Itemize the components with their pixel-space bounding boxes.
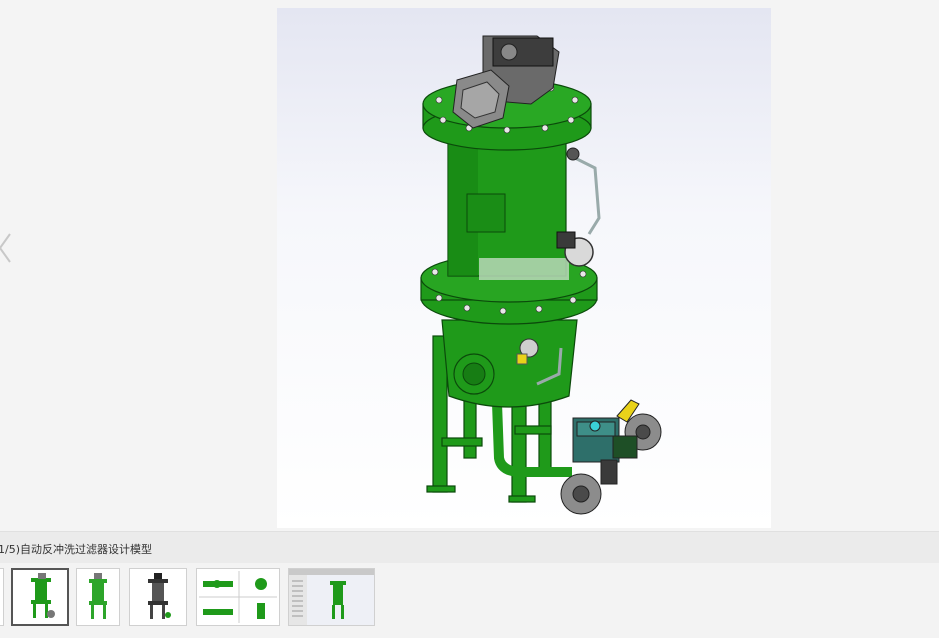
filter-model-render bbox=[420, 35, 662, 515]
thumbnail-strip bbox=[0, 563, 939, 638]
thumbnail-green-model[interactable] bbox=[76, 568, 120, 626]
thumbnail-drawing-views[interactable] bbox=[196, 568, 280, 626]
filter-model-icon bbox=[89, 573, 107, 619]
cad-window-icon bbox=[289, 569, 374, 625]
chevron-left-icon bbox=[0, 233, 11, 263]
thumbnail-front-view[interactable] bbox=[11, 568, 69, 626]
image-caption: 1/5)自动反冲洗过滤器设计模型 bbox=[0, 543, 152, 556]
drawing-icon bbox=[199, 571, 277, 623]
thumbnail-offscreen[interactable] bbox=[0, 568, 4, 626]
filter-model-icon bbox=[31, 573, 55, 618]
prev-image-button[interactable] bbox=[0, 230, 16, 266]
thumbnail-cad-screenshot[interactable] bbox=[288, 568, 375, 626]
image-viewer bbox=[0, 0, 939, 531]
caption-bar: 1/5)自动反冲洗过滤器设计模型 bbox=[0, 531, 939, 564]
main-product-image[interactable] bbox=[277, 8, 771, 528]
filter-model-icon bbox=[148, 573, 171, 619]
thumbnail-wireframe-model[interactable] bbox=[129, 568, 187, 626]
